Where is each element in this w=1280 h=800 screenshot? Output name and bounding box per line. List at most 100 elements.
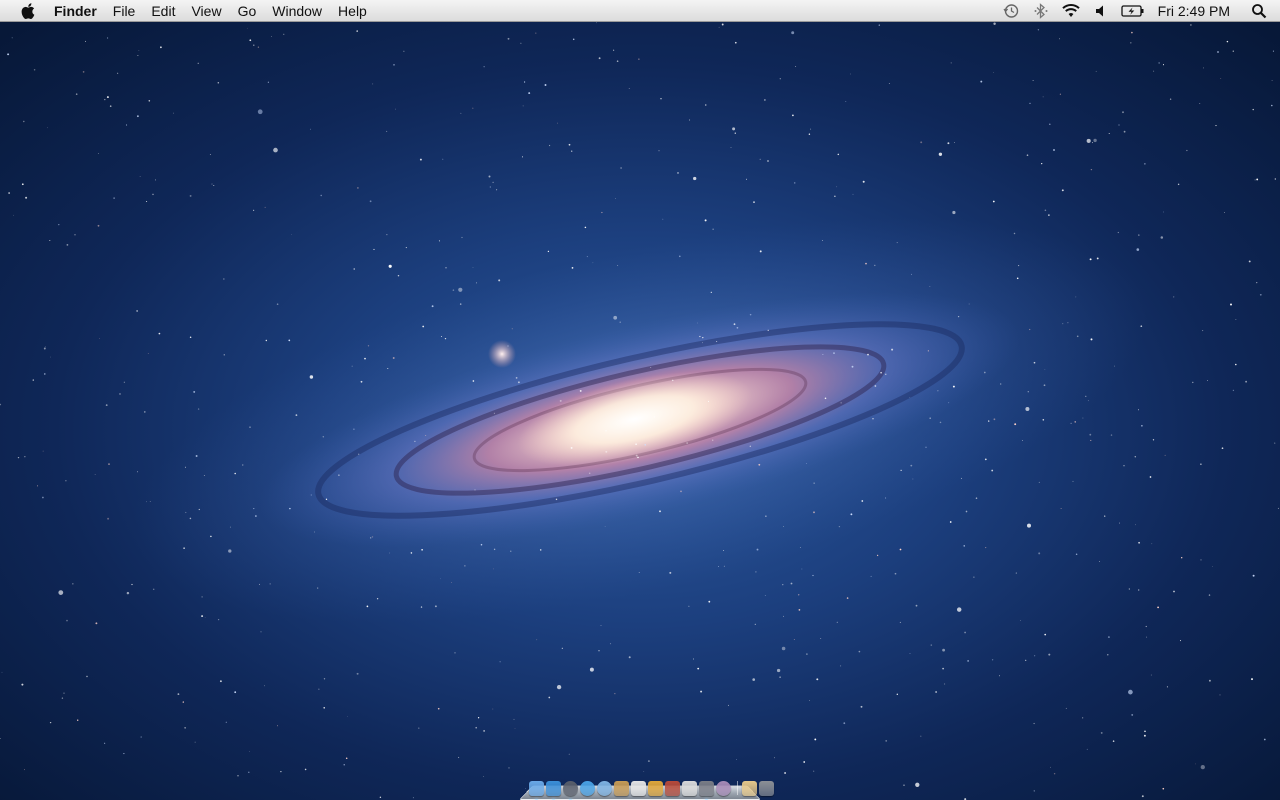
star <box>177 693 180 695</box>
time-machine-icon[interactable] <box>1000 0 1022 21</box>
star <box>991 469 994 472</box>
star <box>872 418 874 420</box>
star <box>1144 163 1146 165</box>
star <box>1230 303 1232 306</box>
star <box>1018 265 1020 267</box>
preview-icon[interactable] <box>682 781 697 796</box>
menu-view[interactable]: View <box>183 0 229 22</box>
star <box>1043 384 1046 387</box>
finder-icon[interactable] <box>529 781 544 800</box>
star <box>131 583 133 586</box>
star <box>13 214 14 216</box>
star <box>249 751 250 752</box>
menu-app-finder[interactable]: Finder <box>46 0 105 22</box>
star <box>454 652 456 654</box>
menu-help[interactable]: Help <box>330 0 375 22</box>
star <box>358 453 360 455</box>
star <box>21 683 24 686</box>
star <box>1014 423 1017 426</box>
star <box>269 583 271 585</box>
star <box>579 389 582 392</box>
battery-charging-icon[interactable] <box>1120 0 1146 21</box>
documents-stack-icon[interactable] <box>742 781 757 796</box>
menu-edit[interactable]: Edit <box>143 0 183 22</box>
star <box>492 708 494 710</box>
star <box>693 658 694 660</box>
star <box>586 256 588 258</box>
star <box>442 158 444 160</box>
star <box>472 380 475 382</box>
wifi-icon[interactable] <box>1060 0 1082 21</box>
volume-icon[interactable] <box>1090 0 1112 21</box>
star <box>613 49 615 51</box>
star <box>605 450 608 453</box>
star <box>617 265 619 266</box>
star <box>75 93 78 95</box>
itunes-icon[interactable] <box>716 781 731 796</box>
star <box>812 574 814 577</box>
menu-file[interactable]: File <box>105 0 144 22</box>
mail-icon[interactable] <box>597 781 612 796</box>
star <box>967 660 969 662</box>
star <box>149 501 151 503</box>
star <box>499 661 501 663</box>
iphoto-icon[interactable] <box>648 781 663 796</box>
star <box>650 367 652 368</box>
star <box>765 515 767 517</box>
star <box>1086 138 1091 143</box>
photo-booth-icon[interactable] <box>665 781 680 796</box>
ical-icon[interactable] <box>631 781 646 796</box>
star <box>304 768 307 771</box>
star <box>677 171 679 174</box>
star <box>1042 96 1044 98</box>
star <box>379 796 382 799</box>
star <box>733 323 736 326</box>
menu-go[interactable]: Go <box>230 0 265 22</box>
star <box>172 112 174 114</box>
star <box>950 62 952 64</box>
star <box>393 64 395 66</box>
apple-logo-icon[interactable] <box>20 2 36 19</box>
star <box>524 81 526 83</box>
star <box>548 696 551 699</box>
star <box>723 565 725 567</box>
star <box>939 421 942 424</box>
star <box>320 194 322 197</box>
menu-clock[interactable]: Fri 2:49 PM <box>1158 3 1230 19</box>
star <box>225 721 227 723</box>
star <box>1065 707 1067 709</box>
trash-icon[interactable] <box>759 781 774 796</box>
dashboard-icon[interactable] <box>563 781 578 800</box>
star <box>17 456 20 459</box>
star <box>419 158 422 161</box>
star <box>182 701 184 703</box>
address-book-icon[interactable] <box>614 781 629 796</box>
desktop[interactable]: Finder File Edit View Go Window Help Fri… <box>0 0 1280 800</box>
star <box>461 236 463 239</box>
star <box>201 596 203 598</box>
star <box>795 66 797 67</box>
star <box>638 571 640 573</box>
star <box>660 98 662 100</box>
star <box>1160 236 1164 239</box>
star <box>1117 231 1119 234</box>
app-store-icon[interactable] <box>546 781 561 800</box>
star <box>749 313 752 316</box>
menu-window[interactable]: Window <box>264 0 330 22</box>
star <box>386 130 388 132</box>
bluetooth-icon[interactable] <box>1030 0 1052 21</box>
star <box>992 200 995 203</box>
star <box>1130 42 1132 44</box>
star <box>445 267 447 269</box>
star <box>511 328 513 330</box>
star <box>234 691 237 694</box>
spotlight-search-icon[interactable] <box>1248 0 1270 21</box>
safari-icon[interactable] <box>580 781 595 796</box>
star <box>194 741 196 743</box>
star <box>885 740 888 742</box>
star <box>405 247 407 249</box>
system-preferences-icon[interactable] <box>699 781 714 800</box>
star <box>561 647 563 649</box>
star <box>850 73 851 75</box>
star <box>152 193 154 196</box>
